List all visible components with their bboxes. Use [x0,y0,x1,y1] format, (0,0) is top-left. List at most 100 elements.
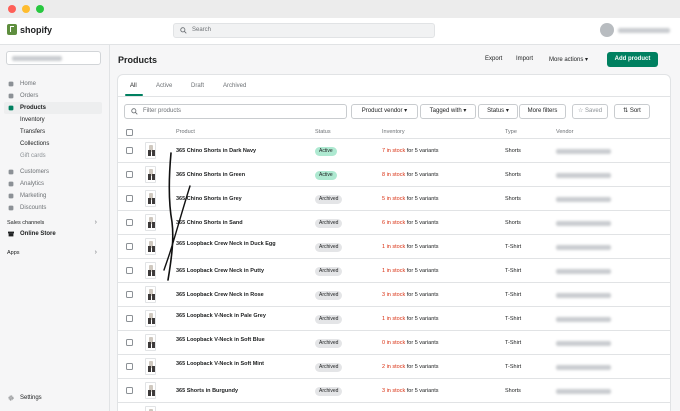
sidebar-item-collections[interactable]: Collections [0,138,110,150]
saved-button[interactable]: ☆ Saved [572,104,608,119]
product-thumbnail[interactable] [145,166,156,183]
add-product-button[interactable]: Add product [607,52,658,67]
table-row[interactable]: 365 Shorts in Burgundy Archived 3 in stock… [118,379,670,403]
shopify-logo[interactable]: shopify [7,24,52,35]
search-input[interactable]: Search [173,23,435,38]
sidebar-item-home[interactable]: Home [0,78,110,90]
product-name-link[interactable]: 365 Chino Shorts in Dark Navy [176,148,294,155]
row-checkbox[interactable] [126,219,133,226]
product-thumbnail[interactable] [145,238,156,255]
more-filters-button[interactable]: More filters [519,104,566,119]
table-row[interactable]: 365 Chino Shorts in Grey Archived 5 in sto… [118,187,670,211]
row-checkbox[interactable] [126,267,133,274]
sidebar-item-products[interactable]: Products [4,102,102,114]
orders-icon [8,93,14,99]
vertical-scrollbar[interactable] [673,45,680,411]
column-header-type[interactable]: Type [505,129,517,135]
product-name-link[interactable]: 365 Loopback Crew Neck in Rose [176,292,294,299]
product-image-leg [148,174,151,180]
stock-count: 1 in stock [382,244,406,250]
sidebar-item-marketing[interactable]: Marketing [0,190,110,202]
sort-button[interactable]: ⇅ Sort [614,104,650,119]
sidebar-item-gift-cards[interactable]: Gift cards [0,150,110,162]
product-thumbnail[interactable] [145,310,156,327]
minimize-window-button[interactable] [22,5,30,13]
product-name-link[interactable]: 365 Loopback V-Neck in Soft Mint [176,361,294,368]
filter-label: Product vendor [361,108,403,114]
table-row[interactable]: 365 Loopback Crew Neck in Duck Egg Archiv… [118,235,670,259]
product-name-link[interactable]: 365 Chino Shorts in Grey [176,196,294,203]
close-window-button[interactable] [8,5,16,13]
store-selector[interactable] [6,51,101,65]
more-actions-button[interactable]: More actions ▾ [549,56,588,63]
row-checkbox[interactable] [126,243,133,250]
product-name-link[interactable]: 365 Loopback Crew Neck in Putty [176,268,294,275]
product-name-link[interactable]: 365 Shorts in Burgundy [176,388,294,395]
sidebar-item-online-store[interactable]: Online Store [0,228,110,240]
table-row[interactable]: 365 Loopback V-Neck in Soft Blue Archived… [118,331,670,355]
sidebar-item-transfers[interactable]: Transfers [0,126,110,138]
maximize-window-button[interactable] [36,5,44,13]
product-thumbnail[interactable] [145,286,156,303]
product-thumbnail[interactable] [145,334,156,351]
apps-chevron-icon[interactable]: › [95,249,97,256]
sidebar-item-settings[interactable]: Settings [0,392,110,404]
tab-all[interactable]: All [130,83,137,89]
table-row[interactable]: 365 Chino Shorts in Green Active 8 in stoc… [118,163,670,187]
row-checkbox[interactable] [126,195,133,202]
product-thumbnail[interactable] [145,358,156,375]
sidebar-item-discounts[interactable]: Discounts [0,202,110,214]
column-header-status[interactable]: Status [315,129,331,135]
product-name-link[interactable]: 365 Loopback Crew Neck in Duck Egg [176,241,294,248]
status-filter[interactable]: Status ▾ [478,104,518,119]
product-name-link[interactable]: 365 Chino Shorts in Green [176,172,294,179]
row-checkbox[interactable] [126,363,133,370]
sidebar-item-analytics[interactable]: Analytics [0,178,110,190]
table-row[interactable]: 365 Shorts in ChalkDraft54 in stock for … [118,403,670,411]
filter-products-input[interactable]: Filter products [124,104,347,119]
import-button[interactable]: Import [516,56,533,62]
product-image-leg [148,294,151,300]
row-checkbox[interactable] [126,171,133,178]
export-button[interactable]: Export [485,56,502,62]
column-header-vendor[interactable]: Vendor [556,129,573,135]
tab-active[interactable]: Active [156,83,172,89]
row-checkbox[interactable] [126,339,133,346]
product-thumbnail[interactable] [145,406,156,411]
tab-archived[interactable]: Archived [223,83,246,89]
product-thumbnail[interactable] [145,190,156,207]
variant-count: for 5 variants [405,316,439,322]
table-row[interactable]: 365 Chino Shorts in Dark Navy Active 7 in … [118,139,670,163]
product-image-leg [152,222,155,228]
product-thumbnail[interactable] [145,142,156,159]
table-row[interactable]: 365 Chino Shorts in Sand Archived 6 in sto… [118,211,670,235]
sidebar-item-orders[interactable]: Orders [0,90,110,102]
sidebar-item-inventory[interactable]: Inventory [0,114,110,126]
row-checkbox[interactable] [126,315,133,322]
row-checkbox[interactable] [126,291,133,298]
column-header-inventory[interactable]: Inventory [382,129,405,135]
sales-channels-chevron-icon[interactable]: › [95,219,97,226]
product-thumbnail[interactable] [145,262,156,279]
product-name-link[interactable]: 365 Loopback V-Neck in Soft Blue [176,337,294,344]
table-row[interactable]: 365 Loopback V-Neck in Pale Grey Archived… [118,307,670,331]
row-checkbox[interactable] [126,387,133,394]
analytics-icon [8,181,14,187]
table-row[interactable]: 365 Loopback Crew Neck in Rose Archived 3 … [118,283,670,307]
product-name-link[interactable]: 365 Loopback V-Neck in Pale Grey [176,313,294,320]
row-checkbox[interactable] [126,147,133,154]
column-header-product[interactable]: Product [176,129,195,135]
tagged-with-filter[interactable]: Tagged with ▾ [420,104,476,119]
product-name-link[interactable]: 365 Chino Shorts in Sand [176,220,294,227]
product-thumbnail[interactable] [145,214,156,231]
select-all-checkbox[interactable] [126,129,133,136]
table-row[interactable]: 365 Loopback Crew Neck in Putty Archived 1… [118,259,670,283]
product-thumbnail[interactable] [145,382,156,399]
redacted-vendor [556,365,611,370]
product-vendor-filter[interactable]: Product vendor ▾ [351,104,418,119]
variant-count: for 5 variants [405,196,439,202]
account-menu[interactable] [600,23,670,37]
table-row[interactable]: 365 Loopback V-Neck in Soft Mint Archived… [118,355,670,379]
sidebar-item-customers[interactable]: Customers [0,166,110,178]
tab-draft[interactable]: Draft [191,83,204,89]
